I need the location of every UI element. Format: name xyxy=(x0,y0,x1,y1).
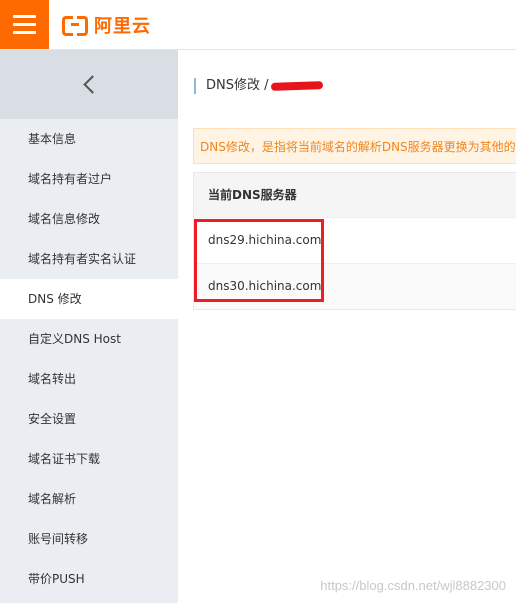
sidebar-item[interactable]: 基本信息 xyxy=(0,119,178,159)
top-bar: 阿里云 xyxy=(0,0,516,50)
table-row: dns29.hichina.com xyxy=(194,217,516,263)
sidebar-item[interactable]: 自定义DNS Host xyxy=(0,319,178,359)
breadcrumb-text: DNS修改 / xyxy=(206,78,269,93)
sidebar-item[interactable]: 安全设置 xyxy=(0,399,178,439)
sidebar-item-label: 域名转出 xyxy=(28,372,77,386)
sidebar-item-label: 域名解析 xyxy=(28,492,77,506)
logo-text: 阿里云 xyxy=(94,16,151,37)
sidebar-nav: 基本信息域名持有者过户 域名信息修改域名持有者实名认证 DNS 修改自定义DNS H… xyxy=(0,119,178,599)
sidebar-item-label: 账号间转移 xyxy=(28,532,89,546)
sidebar-item[interactable]: DNS 修改 xyxy=(0,279,178,319)
notice-banner: DNS修改，是指将当前域名的解析DNS服务器更换为其他的DNS服务器 xyxy=(193,128,516,164)
sidebar-item[interactable]: 域名持有者实名认证 xyxy=(0,239,178,279)
sidebar-item-label: 带价PUSH xyxy=(28,572,85,586)
sidebar: 基本信息域名持有者过户 域名信息修改域名持有者实名认证 DNS 修改自定义DNS H… xyxy=(0,50,178,603)
watermark: https://blog.csdn.net/wjl8882300 xyxy=(320,578,506,593)
app-root: 阿里云 基本信息域名持有者过户 域名信息修改域名持有者实名认证 DNS 修改自定义D… xyxy=(0,0,516,603)
collapse-sidebar-button[interactable] xyxy=(0,50,178,119)
sidebar-item[interactable]: 域名持有者过户 xyxy=(0,159,178,199)
sidebar-item-label: 安全设置 xyxy=(28,412,77,426)
table-header: 当前DNS服务器 xyxy=(194,173,516,217)
sidebar-item-label: DNS 修改 xyxy=(28,292,82,306)
sidebar-item[interactable]: 域名信息修改 xyxy=(0,199,178,239)
sidebar-item-label: 域名持有者过户 xyxy=(28,172,113,186)
breadcrumb: DNS修改 / xyxy=(194,78,323,94)
sidebar-item-label: 基本信息 xyxy=(28,132,77,146)
sidebar-item-label: 域名持有者实名认证 xyxy=(28,252,137,266)
chevron-left-icon xyxy=(82,75,102,94)
sidebar-item[interactable]: 域名解析 xyxy=(0,479,178,519)
dns-server-table: 当前DNS服务器 dns29.hichina.com dns30.hichina… xyxy=(193,172,516,310)
sidebar-item[interactable]: 域名转出 xyxy=(0,359,178,399)
sidebar-item[interactable]: 域名证书下载 xyxy=(0,439,178,479)
aliyun-logo[interactable]: 阿里云 xyxy=(62,13,151,37)
table-row: dns30.hichina.com xyxy=(194,263,516,309)
redacted-domain-mark xyxy=(270,80,323,91)
aliyun-logo-icon xyxy=(62,16,88,36)
sidebar-item-label: 域名证书下载 xyxy=(28,452,101,466)
menu-button[interactable] xyxy=(0,0,49,49)
main-content: DNS修改 / DNS修改，是指将当前域名的解析DNS服务器更换为其他的DNS服… xyxy=(178,50,516,603)
sidebar-item-label: 自定义DNS Host xyxy=(28,332,121,346)
sidebar-item[interactable]: 账号间转移 xyxy=(0,519,178,559)
sidebar-item-label: 域名信息修改 xyxy=(28,212,101,226)
sidebar-item[interactable]: 带价PUSH xyxy=(0,559,178,599)
